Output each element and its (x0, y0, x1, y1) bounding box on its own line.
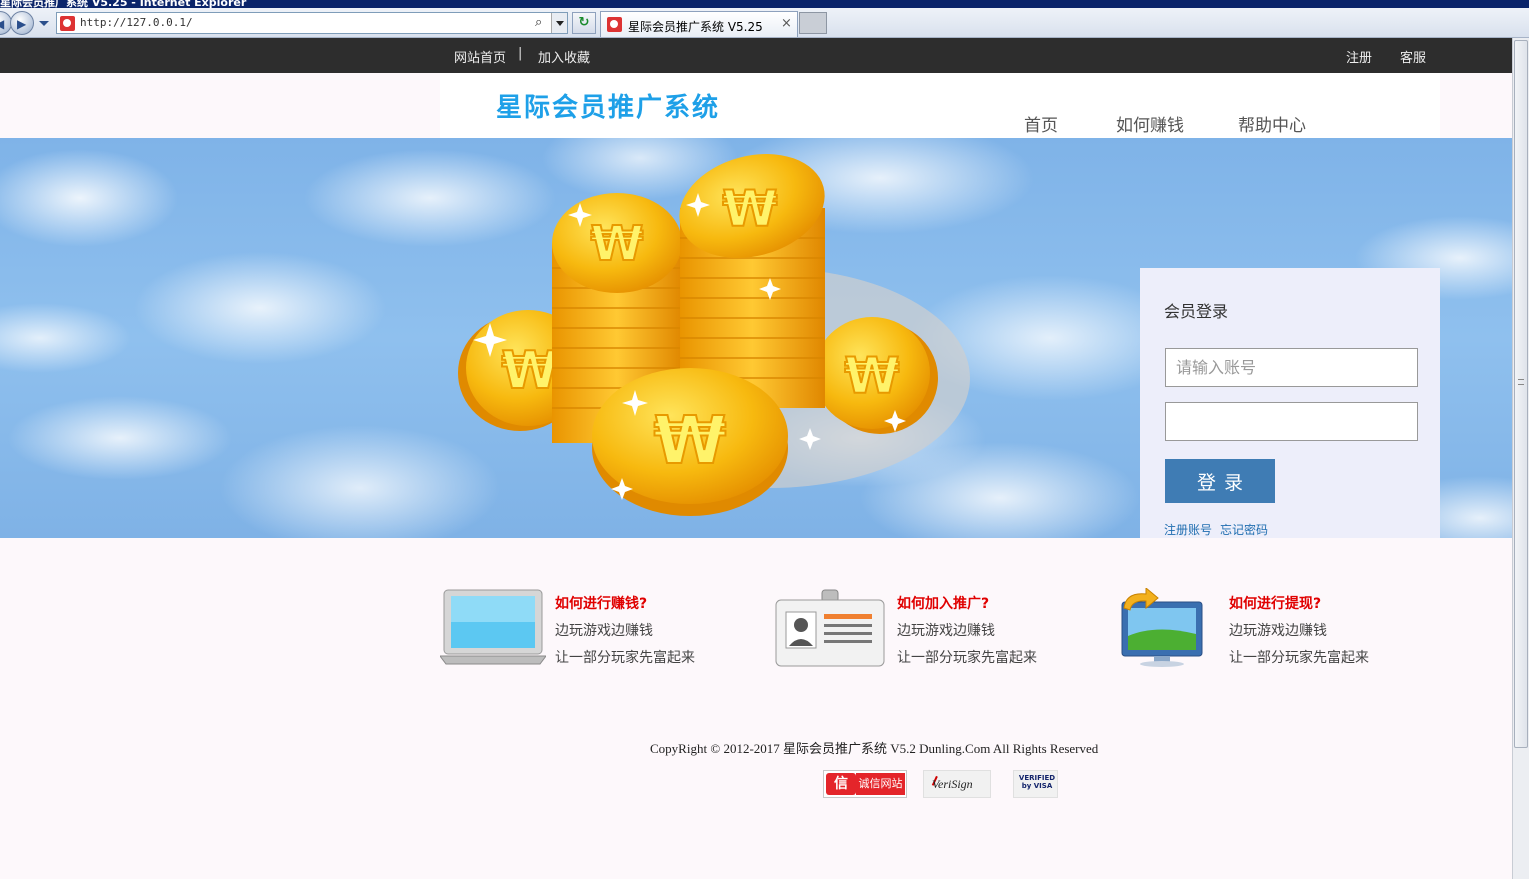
window-titlebar: 星际会员推广系统 V5.25 - Internet Explorer (0, 0, 1529, 8)
site-favicon-icon (60, 16, 75, 31)
login-panel: 会员登录 登录 注册账号 忘记密码 (1140, 268, 1440, 538)
feature-line: 让一部分玩家先富起来 (555, 650, 695, 666)
copyright-text: CopyRight © 2012-2017 星际会员推广系统 V5.2 Dunl… (650, 741, 1099, 756)
trust-badge-verisign[interactable]: VeriSign (923, 770, 991, 798)
tab-favicon-icon (607, 17, 622, 32)
id-card-icon (775, 589, 885, 667)
search-icon[interactable]: ⌕ (535, 15, 551, 31)
gold-coins-illustration: ₩ ₩ ₩ ₩ ₩ (458, 154, 970, 516)
register-account-link[interactable]: 注册账号 (1164, 521, 1212, 538)
browser-tab[interactable]: 星际会员推广系统 V5.25 × (600, 11, 798, 37)
login-button[interactable]: 登录 (1165, 459, 1275, 503)
password-input[interactable] (1165, 402, 1418, 441)
hero-banner: ₩ ₩ ₩ ₩ ₩ 会员登录 请输入账号 登录 注册账号 忘记密码 (0, 138, 1512, 538)
topbar-separator: | (518, 46, 523, 61)
nav-home[interactable]: 首页 (1024, 111, 1058, 136)
svg-text:₩: ₩ (501, 341, 558, 401)
refresh-button[interactable]: ↻ (572, 12, 596, 34)
visa-badge-label: VERIFIED by VISA (1018, 774, 1056, 790)
home-link[interactable]: 网站首页 (454, 47, 506, 66)
nav-help-center[interactable]: 帮助中心 (1238, 111, 1306, 136)
feature-line: 边玩游戏边赚钱 (555, 623, 653, 639)
vertical-scrollbar[interactable] (1512, 38, 1529, 879)
scrollbar-grip-icon (1518, 379, 1524, 385)
customer-service-link[interactable]: 客服 (1400, 47, 1426, 66)
svg-text:₩: ₩ (722, 180, 777, 238)
browser-toolbar: ◀ ▶ http://127.0.0.1/ ⌕ ↻ 星际会员推广系统 V5.25… (0, 8, 1529, 38)
chengxin-badge-label: 诚信网站 (856, 773, 905, 795)
feature-earn: 如何进行赚钱? 边玩游戏边赚钱 让一部分玩家先富起来 (440, 588, 720, 668)
svg-text:₩: ₩ (591, 216, 644, 272)
feature-line: 边玩游戏边赚钱 (1229, 623, 1327, 639)
trust-badge-chengxin[interactable]: 信 诚信网站 (823, 770, 907, 798)
feature-title[interactable]: 如何进行提现? (1229, 593, 1321, 613)
address-url[interactable]: http://127.0.0.1/ (80, 16, 193, 29)
history-dropdown-icon[interactable] (39, 21, 49, 26)
scrollbar-thumb[interactable] (1514, 40, 1528, 748)
svg-text:₩: ₩ (654, 402, 727, 479)
feature-line: 让一部分玩家先富起来 (897, 650, 1037, 666)
new-tab-button[interactable] (799, 12, 827, 34)
svg-text:₩: ₩ (844, 347, 899, 405)
login-title: 会员登录 (1164, 302, 1229, 321)
top-bar: 网站首页 | 加入收藏 注册 客服 (0, 38, 1512, 73)
laptop-icon (440, 589, 546, 665)
back-arrow-icon: ◀ (0, 17, 4, 31)
window-title: 星际会员推广系统 V5.25 - Internet Explorer (0, 0, 247, 8)
tab-title: 星际会员推广系统 V5.25 (628, 20, 763, 34)
chengxin-logo-icon: 信 (826, 773, 856, 795)
feature-line: 边玩游戏边赚钱 (897, 623, 995, 639)
web-page: 网站首页 | 加入收藏 注册 客服 星际会员推广系统 首页 如何赚钱 帮助中心 (0, 38, 1512, 879)
trust-badge-visa[interactable]: VERIFIED by VISA (1013, 770, 1058, 798)
register-link[interactable]: 注册 (1346, 47, 1372, 66)
site-logo[interactable]: 星际会员推广系统 (496, 87, 720, 124)
username-input[interactable] (1165, 348, 1418, 387)
feature-withdraw: 如何进行提现? 边玩游戏边赚钱 让一部分玩家先富起来 (1116, 588, 1396, 668)
address-dropdown-button[interactable] (551, 13, 567, 33)
site-header: 星际会员推广系统 首页 如何赚钱 帮助中心 (440, 73, 1440, 138)
forward-button[interactable]: ▶ (10, 11, 34, 35)
forward-arrow-icon: ▶ (17, 17, 27, 31)
forgot-password-link[interactable]: 忘记密码 (1220, 521, 1268, 538)
feature-join: 如何加入推广? 边玩游戏边赚钱 让一部分玩家先富起来 (774, 588, 1064, 668)
tab-close-button[interactable]: × (781, 16, 792, 31)
feature-title[interactable]: 如何加入推广? (897, 593, 989, 613)
address-bar[interactable]: http://127.0.0.1/ ⌕ (56, 12, 568, 34)
feature-line: 让一部分玩家先富起来 (1229, 650, 1369, 666)
nav-how-to-earn[interactable]: 如何赚钱 (1116, 111, 1184, 136)
feature-title[interactable]: 如何进行赚钱? (555, 593, 647, 613)
add-favorite-link[interactable]: 加入收藏 (538, 47, 590, 66)
verisign-badge-label: VeriSign (932, 777, 973, 791)
monitor-withdraw-icon (1121, 588, 1203, 667)
